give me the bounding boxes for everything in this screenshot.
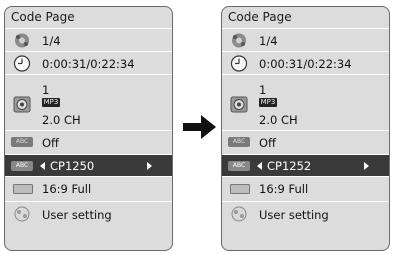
chapter-row[interactable]: 1/4 xyxy=(5,28,172,51)
audio-track-value: 1 xyxy=(42,83,50,97)
aspect-ratio-row[interactable]: 16:9 Full xyxy=(5,176,172,201)
panel-title: Code Page xyxy=(228,10,292,24)
subtitle-value: Off xyxy=(259,136,276,150)
clock-icon xyxy=(230,55,248,72)
time-row[interactable]: 0:00:31/0:22:34 xyxy=(222,51,389,74)
audio-channels-value: 2.0 CH xyxy=(259,113,298,127)
disc-icon xyxy=(232,33,246,48)
picture-mode-icon xyxy=(14,206,30,222)
picture-mode-value: User setting xyxy=(259,208,329,222)
speaker-icon xyxy=(13,96,31,113)
subtitle-row[interactable]: ABC Off xyxy=(5,130,172,154)
aspect-ratio-row[interactable]: 16:9 Full xyxy=(222,176,389,201)
code-page-value: CP1250 xyxy=(50,159,95,173)
left-arrow-icon[interactable] xyxy=(40,162,45,170)
code-page-row[interactable]: ABC CP1250 xyxy=(5,154,172,176)
audio-codec-badge: MP3 xyxy=(259,98,277,107)
right-arrow-icon[interactable] xyxy=(147,162,152,170)
code-page-row[interactable]: ABC CP1252 xyxy=(222,154,389,176)
chapter-value: 1/4 xyxy=(259,34,278,48)
subtitle-icon: ABC xyxy=(228,137,250,147)
audio-track-value: 1 xyxy=(259,83,267,97)
subtitle-value: Off xyxy=(42,136,59,150)
chapter-value: 1/4 xyxy=(42,34,61,48)
chapter-row[interactable]: 1/4 xyxy=(222,28,389,51)
info-panel-after: Code Page 1/4 0:00:31/0:22:34 1 MP3 2.0 … xyxy=(221,6,390,251)
subtitle-row[interactable]: ABC Off xyxy=(222,130,389,154)
screen-ratio-icon xyxy=(13,184,33,194)
audio-row[interactable]: 1 MP3 2.0 CH xyxy=(222,74,389,130)
picture-mode-row[interactable]: User setting xyxy=(5,201,172,225)
audio-row[interactable]: 1 MP3 2.0 CH xyxy=(5,74,172,130)
code-page-icon: ABC xyxy=(228,161,250,171)
time-row[interactable]: 0:00:31/0:22:34 xyxy=(5,51,172,74)
aspect-ratio-value: 16:9 Full xyxy=(259,182,309,196)
picture-mode-value: User setting xyxy=(42,208,112,222)
speaker-icon xyxy=(230,96,248,113)
audio-codec-badge: MP3 xyxy=(42,98,60,107)
code-page-icon: ABC xyxy=(11,161,33,171)
audio-channels-value: 2.0 CH xyxy=(42,113,81,127)
time-value: 0:00:31/0:22:34 xyxy=(42,57,135,71)
subtitle-icon: ABC xyxy=(11,137,33,147)
clock-icon xyxy=(13,55,31,72)
left-arrow-icon[interactable] xyxy=(257,162,262,170)
right-arrow-icon[interactable] xyxy=(364,162,369,170)
screen-ratio-icon xyxy=(230,184,250,194)
transition-arrow-icon xyxy=(183,115,216,139)
info-panel-before: Code Page 1/4 0:00:31/0:22:34 1 MP3 2.0 … xyxy=(4,6,173,251)
picture-mode-icon xyxy=(231,206,247,222)
code-page-value: CP1252 xyxy=(267,159,312,173)
panel-title: Code Page xyxy=(11,10,75,24)
disc-icon xyxy=(15,33,29,48)
picture-mode-row[interactable]: User setting xyxy=(222,201,389,225)
aspect-ratio-value: 16:9 Full xyxy=(42,182,92,196)
time-value: 0:00:31/0:22:34 xyxy=(259,57,352,71)
